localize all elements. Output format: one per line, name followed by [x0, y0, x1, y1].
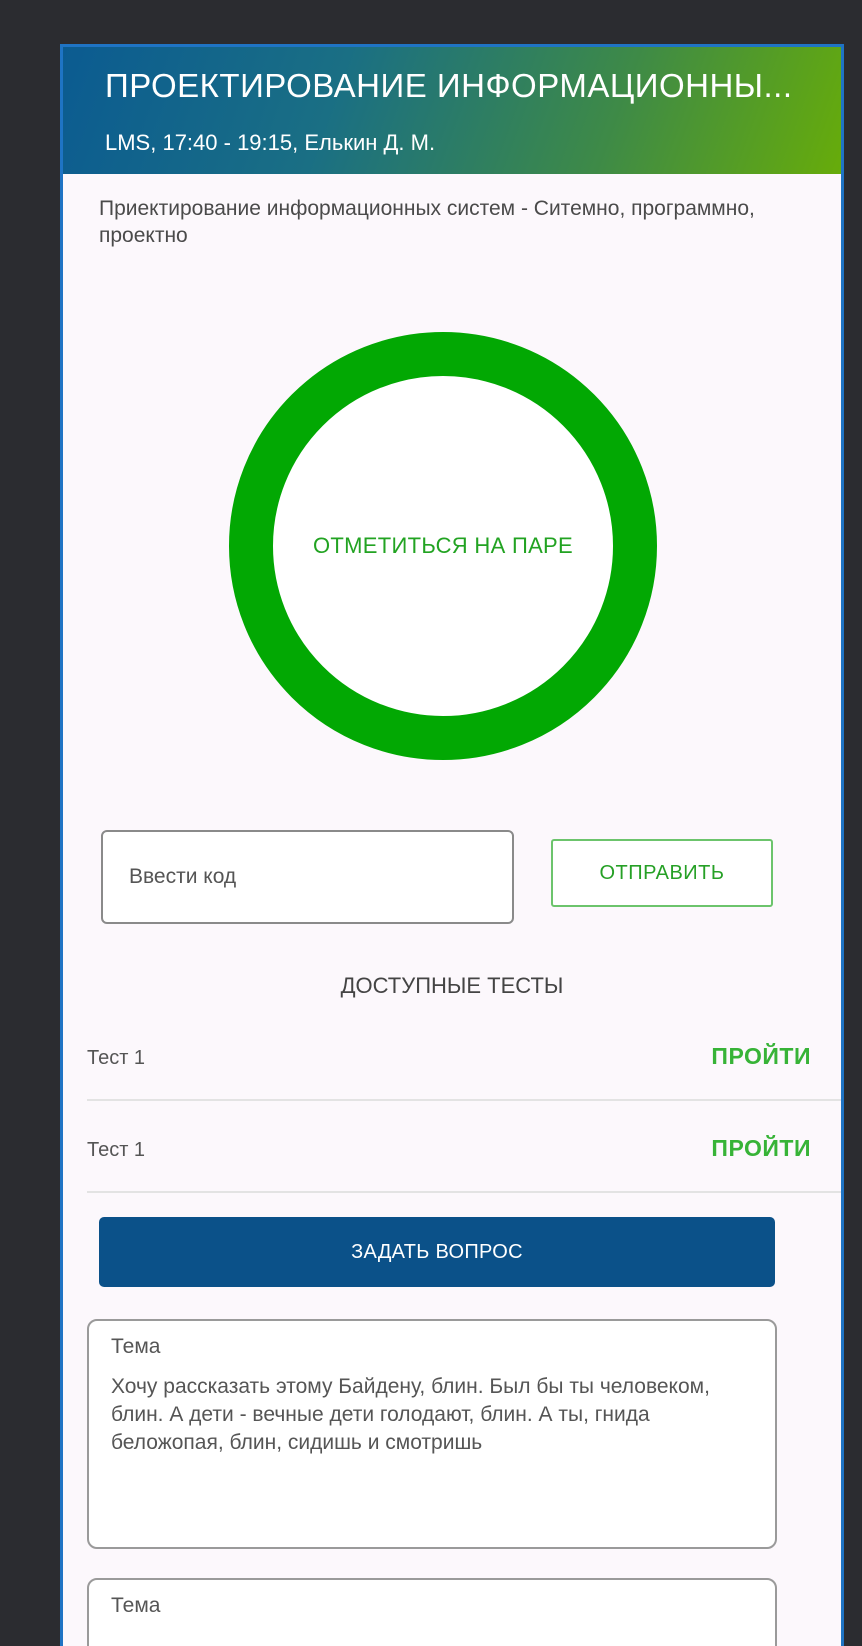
code-input[interactable] [101, 830, 514, 924]
lesson-header: ПРОЕКТИРОВАНИЕ ИНФОРМАЦИОННЫ... LMS, 17:… [63, 47, 841, 174]
lesson-title: ПРОЕКТИРОВАНИЕ ИНФОРМАЦИОННЫ... [105, 67, 793, 104]
lesson-description: Приектирование информационных систем - С… [99, 197, 755, 247]
start-test-button[interactable]: ПРОЙТИ [711, 1135, 811, 1162]
attendance-button[interactable]: ОТМЕТИТЬСЯ НА ПАРЕ [229, 332, 657, 760]
attendance-label: ОТМЕТИТЬСЯ НА ПАРЕ [313, 533, 573, 558]
lesson-subtitle: LMS, 17:40 - 19:15, Елькин Д. М. [105, 130, 436, 155]
test-name: Тест 1 [87, 1047, 146, 1069]
question-topic: Тема [111, 1335, 161, 1358]
test-name: Тест 1 [87, 1139, 146, 1161]
test-row: Тест 1 ПРОЙТИ [87, 1009, 841, 1101]
test-row: Тест 1 ПРОЙТИ [87, 1101, 841, 1193]
ask-question-button[interactable]: ЗАДАТЬ ВОПРОС [99, 1217, 775, 1287]
app-screen: ПРОЕКТИРОВАНИЕ ИНФОРМАЦИОННЫ... LMS, 17:… [60, 44, 844, 1646]
tests-heading: ДОСТУПНЫЕ ТЕСТЫ [340, 973, 564, 998]
start-test-button[interactable]: ПРОЙТИ [711, 1043, 811, 1070]
send-code-button[interactable]: ОТПРАВИТЬ [551, 839, 773, 907]
question-card[interactable]: Тема [87, 1578, 777, 1646]
question-card[interactable]: Тема Хочу рассказать этому Байдену, блин… [87, 1319, 777, 1549]
question-text: Хочу рассказать этому Байдену, блин. Был… [111, 1375, 710, 1454]
question-topic: Тема [111, 1594, 161, 1617]
tests-list: Тест 1 ПРОЙТИ Тест 1 ПРОЙТИ [63, 1009, 841, 1193]
